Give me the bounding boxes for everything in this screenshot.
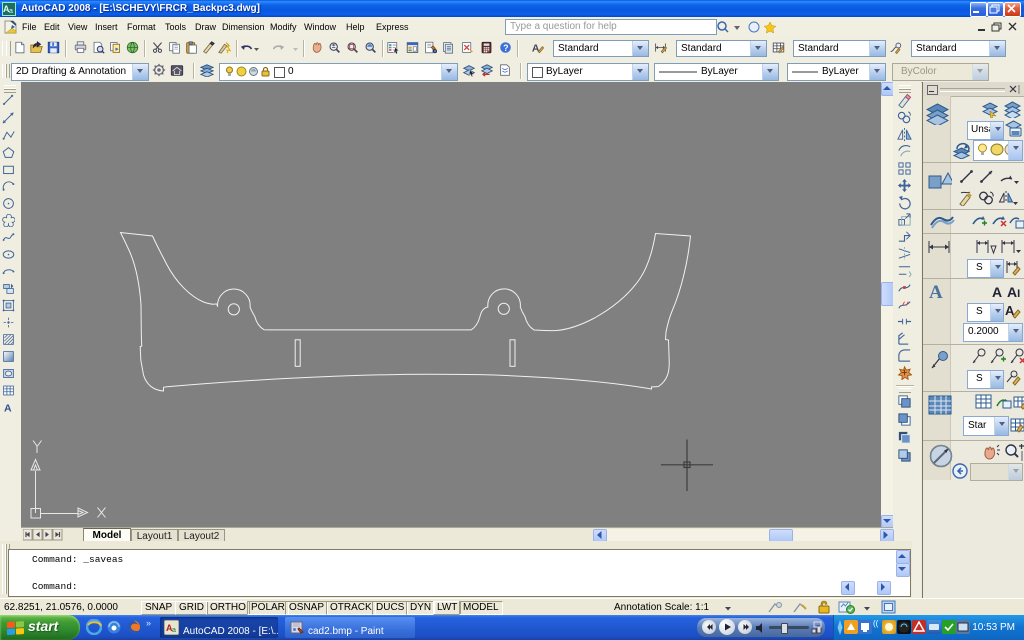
svg-text:?: ?: [503, 43, 508, 53]
svg-text:A: A: [4, 403, 12, 414]
svg-text:a: a: [172, 627, 176, 634]
svg-text:a: a: [9, 8, 13, 15]
